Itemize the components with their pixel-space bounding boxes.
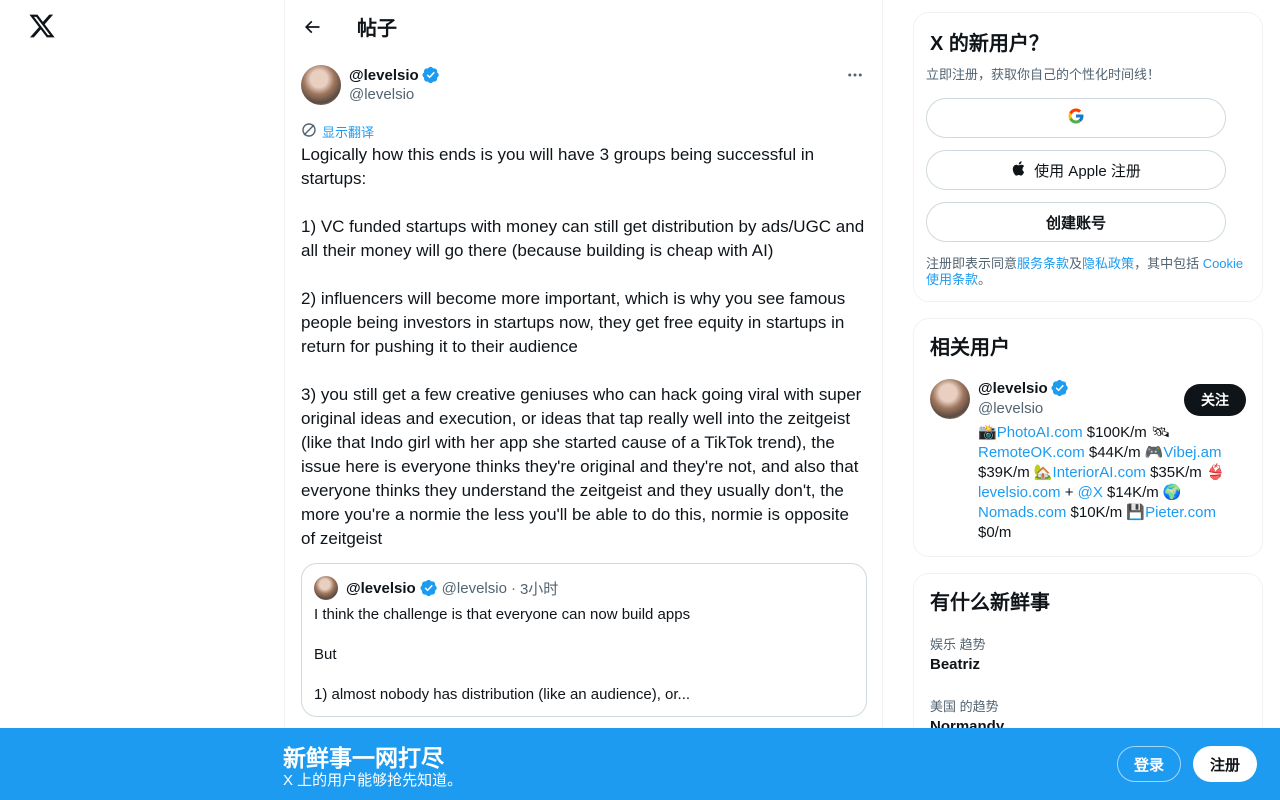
signup-subtitle: 立即注册，获取你自己的个性化时间线！ bbox=[926, 67, 1161, 82]
trend-item[interactable]: 娱乐 趋势 Beatriz bbox=[930, 634, 986, 673]
quote-author-name: @levelsio bbox=[346, 579, 416, 597]
terms-mid: ，其中包括 bbox=[1134, 256, 1203, 271]
trend-meta: 美国 的趋势 bbox=[930, 699, 999, 714]
tweet-text: Logically how this ends is you will have… bbox=[301, 145, 865, 548]
related-users-card: 相关用户 @levelsio @levelsio 关注 📸PhotoAI.com… bbox=[913, 318, 1263, 557]
terms-prefix: 注册即表示同意 bbox=[926, 256, 1018, 271]
register-button[interactable]: 注册 bbox=[1193, 746, 1257, 782]
quote-author-handle: @levelsio bbox=[441, 579, 507, 597]
related-user-handle[interactable]: @levelsio bbox=[978, 400, 1043, 417]
more-options-icon[interactable] bbox=[843, 65, 867, 85]
google-icon bbox=[1067, 107, 1085, 129]
bio-link[interactable]: Pieter.com bbox=[1145, 504, 1216, 521]
translate-label[interactable]: 显示翻译 bbox=[322, 122, 374, 141]
related-user-bio: 📸PhotoAI.com $100K/m 🛰 RemoteOK.com $44K… bbox=[978, 423, 1248, 543]
terms-and: 及 bbox=[1069, 256, 1083, 271]
bio-text: $10K/m 💾 bbox=[1066, 504, 1146, 521]
tweet-author: @levelsio @levelsio bbox=[301, 65, 867, 109]
separator-dot: · bbox=[510, 579, 516, 597]
author-name-row[interactable]: @levelsio bbox=[349, 66, 440, 84]
quote-text: I think the challenge is that everyone c… bbox=[314, 606, 691, 703]
verified-badge-icon bbox=[420, 579, 438, 597]
main-column: 帖子 @levelsio @levelsio 显示翻译 Logically ho… bbox=[284, 0, 883, 800]
bio-link[interactable]: RemoteOK.com bbox=[978, 444, 1085, 461]
quoted-tweet[interactable]: @levelsio @levelsio · 3小时 I think the ch… bbox=[301, 563, 867, 717]
bio-link[interactable]: Nomads.com bbox=[978, 504, 1066, 521]
bio-text: $44K/m 🎮 bbox=[1084, 444, 1164, 461]
bio-link[interactable]: InteriorAI.com bbox=[1053, 464, 1146, 481]
bio-text: 📸 bbox=[978, 424, 997, 441]
translate-icon bbox=[301, 122, 317, 141]
bottom-bar-subtitle: X 上的用户能够抢先知道。 bbox=[283, 772, 463, 789]
bio-link[interactable]: Vibej.am bbox=[1163, 444, 1221, 461]
bio-text: $100K/m 🛰 bbox=[1082, 424, 1170, 441]
trends-title: 有什么新鲜事 bbox=[930, 592, 1050, 614]
follow-button[interactable]: 关注 bbox=[1184, 384, 1246, 416]
bottom-bar-title: 新鲜事一网打尽 bbox=[283, 745, 444, 771]
bio-text: $35K/m 👙 bbox=[1145, 464, 1225, 481]
bio-link[interactable]: levelsio.com bbox=[978, 484, 1061, 501]
verified-badge-icon bbox=[422, 66, 440, 84]
apple-icon bbox=[1011, 160, 1028, 181]
verified-badge-icon bbox=[1051, 379, 1069, 397]
quote-header: @levelsio @levelsio · 3小时 bbox=[314, 576, 854, 600]
x-logo-icon[interactable] bbox=[28, 12, 58, 42]
quote-timestamp: 3小时 bbox=[519, 580, 559, 598]
back-arrow-icon[interactable] bbox=[301, 16, 323, 38]
privacy-policy-link[interactable]: 隐私政策 bbox=[1082, 256, 1134, 271]
bio-text: $39K/m 🏡 bbox=[978, 464, 1053, 481]
related-users-title: 相关用户 bbox=[930, 337, 1010, 359]
author-name[interactable]: @levelsio bbox=[349, 67, 419, 84]
apple-signup-button[interactable]: 使用 Apple 注册 bbox=[926, 150, 1226, 190]
apple-signup-label: 使用 Apple 注册 bbox=[1034, 162, 1141, 180]
left-nav bbox=[0, 0, 284, 800]
signup-title: X 的新用户？ bbox=[930, 33, 1049, 55]
top-bar: 帖子 bbox=[285, 0, 882, 53]
trend-meta: 娱乐 趋势 bbox=[930, 637, 986, 652]
show-translation-link[interactable]: 显示翻译 bbox=[301, 122, 374, 141]
bio-link[interactable]: PhotoAI.com bbox=[997, 424, 1083, 441]
related-user-name-row[interactable]: @levelsio bbox=[978, 379, 1069, 397]
terms-end: 。 bbox=[978, 272, 992, 287]
terms-of-service-link[interactable]: 服务条款 bbox=[1017, 256, 1069, 271]
bottom-signup-bar: 新鲜事一网打尽 X 上的用户能够抢先知道。 登录 注册 bbox=[0, 728, 1280, 800]
google-signup-button[interactable] bbox=[926, 98, 1226, 138]
bio-text: $0/m bbox=[978, 524, 1012, 541]
terms-text: 注册即表示同意服务条款及隐私政策，其中包括 Cookie 使用条款。 bbox=[926, 256, 1250, 288]
related-user-name[interactable]: @levelsio bbox=[978, 380, 1048, 397]
login-button[interactable]: 登录 bbox=[1117, 746, 1181, 782]
avatar[interactable] bbox=[930, 379, 970, 419]
trend-name: Beatriz bbox=[930, 656, 981, 673]
avatar bbox=[314, 576, 338, 600]
bio-text: + bbox=[1060, 484, 1078, 501]
bio-link[interactable]: @X bbox=[1078, 484, 1103, 501]
avatar[interactable] bbox=[301, 65, 341, 105]
page-title: 帖子 bbox=[357, 18, 397, 40]
signup-card: X 的新用户？ 立即注册，获取你自己的个性化时间线！ 使用 Apple 注册 创… bbox=[913, 12, 1263, 302]
create-account-button[interactable]: 创建账号 bbox=[926, 202, 1226, 242]
author-handle[interactable]: @levelsio bbox=[349, 86, 414, 103]
bio-text: $14K/m 🌍 bbox=[1102, 484, 1182, 501]
